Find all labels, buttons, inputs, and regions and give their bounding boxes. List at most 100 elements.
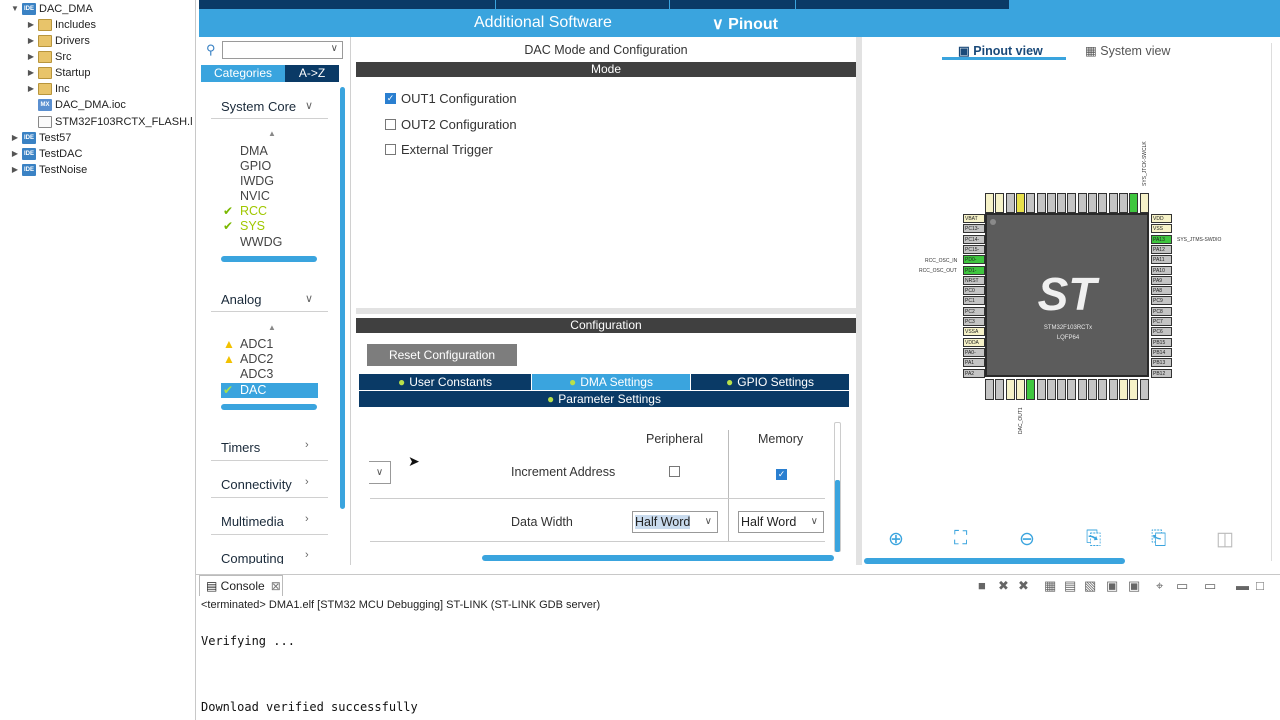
checkbox-unchecked[interactable] (385, 144, 396, 155)
pin-top-6[interactable] (1046, 193, 1056, 213)
pin-right-14[interactable]: PB13 (1151, 358, 1172, 368)
category-item-sys[interactable]: SYS (240, 219, 265, 233)
group-computing[interactable]: Computing (221, 551, 284, 564)
pin-right-9[interactable]: PC8 (1151, 306, 1172, 316)
category-item-dma[interactable]: DMA (240, 144, 268, 158)
group-connectivity[interactable]: Connectivity (221, 477, 292, 492)
additional-software-menu[interactable]: Additional Software (474, 14, 612, 32)
pin-left-14[interactable]: PA1 (963, 358, 985, 368)
group-timers[interactable]: Timers (221, 440, 260, 455)
pin-bottom-12[interactable] (1108, 379, 1118, 400)
tree-item-testdac[interactable]: ▶ IDE TestDAC (10, 146, 82, 162)
tab-pinout-view[interactable]: ▣ Pinout view (958, 43, 1043, 58)
rotate-left-icon[interactable]: ⎗ (1151, 528, 1166, 550)
pin-bottom-14[interactable] (1129, 379, 1139, 400)
pin-left-6[interactable]: NRST (963, 275, 985, 285)
expand-twisty-icon[interactable]: ▶ (10, 146, 20, 162)
tree-item-drivers[interactable]: ▶ Drivers (26, 33, 90, 49)
checkbox-unchecked[interactable] (385, 119, 396, 130)
pin-right-12[interactable]: PB15 (1151, 337, 1172, 347)
category-item-dac[interactable]: DAC (240, 383, 266, 397)
pin-left-2[interactable]: PC14- (963, 234, 985, 244)
pin-bottom-4[interactable] (1026, 379, 1036, 400)
group-multimedia[interactable]: Multimedia (221, 514, 284, 529)
pin-bottom-1[interactable] (995, 379, 1005, 400)
tree-item-src[interactable]: ▶ Src (26, 49, 72, 65)
pin-right-13[interactable]: PB14 (1151, 347, 1172, 357)
tab-console[interactable]: ▤ Console ⊠ (199, 575, 283, 596)
category-item-iwdg[interactable]: IWDG (240, 174, 274, 188)
terminate-icon[interactable]: ■ (978, 578, 986, 593)
clear-console-icon[interactable]: ▦ (1044, 578, 1056, 594)
chevron-down-icon[interactable]: ∨ (331, 43, 338, 54)
scroll-lock-icon[interactable]: ▤ (1064, 578, 1076, 594)
pin-top-11[interactable] (1098, 193, 1108, 213)
pin-right-1[interactable]: VSS (1151, 224, 1172, 234)
pin-right-7[interactable]: PA8 (1151, 286, 1172, 296)
pin-top-14[interactable] (1129, 193, 1139, 213)
minimize-icon[interactable]: ▬ (1236, 578, 1249, 593)
tab-user-constants[interactable]: ● User Constants (359, 374, 531, 390)
pin-top-7[interactable] (1057, 193, 1067, 213)
pin-bottom-5[interactable] (1036, 379, 1046, 400)
zoom-in-icon[interactable]: ⊕ (888, 528, 904, 551)
increment-peripheral-checkbox[interactable] (669, 466, 680, 480)
pin-top-4[interactable] (1026, 193, 1036, 213)
flip-icon[interactable]: ◫ (1216, 528, 1234, 551)
remove-all-icon[interactable]: ✖ (1018, 578, 1029, 594)
expand-twisty-icon[interactable]: ▶ (10, 130, 20, 146)
pin-top-5[interactable] (1036, 193, 1046, 213)
pin-top-13[interactable] (1118, 193, 1128, 213)
pin-left-5[interactable]: PD1- (963, 265, 985, 275)
pin-top-0[interactable] (985, 193, 994, 213)
category-item-nvic[interactable]: NVIC (240, 189, 270, 203)
scroll-up-icon[interactable]: ▲ (268, 323, 276, 332)
pin-top-12[interactable] (1108, 193, 1118, 213)
pin-left-4[interactable]: PD0- (963, 255, 985, 265)
category-item-adc1[interactable]: ADC1 (240, 337, 273, 351)
tab-parameter-settings[interactable]: ● Parameter Settings (359, 391, 849, 407)
show-on-error-icon[interactable]: ▣ (1128, 578, 1140, 594)
pin-left-9[interactable]: PC2 (963, 306, 985, 316)
zoom-out-icon[interactable]: ⊖ (1019, 528, 1035, 551)
analog-scrollbar[interactable] (221, 404, 317, 410)
pin-top-8[interactable] (1067, 193, 1077, 213)
tree-item-test57[interactable]: ▶ IDE Test57 (10, 130, 71, 146)
expand-twisty-icon[interactable]: ▶ (26, 65, 36, 81)
pin-bottom-11[interactable] (1098, 379, 1108, 400)
chevron-down-icon[interactable]: ∨ (305, 292, 313, 305)
tree-item-dac-dma[interactable]: ▼ IDE DAC_DMA (10, 1, 93, 17)
pin-right-10[interactable]: PC7 (1151, 317, 1172, 326)
pin-left-7[interactable]: PC0 (963, 286, 985, 296)
pin-left-10[interactable]: PC3 (963, 317, 985, 326)
pin-bottom-2[interactable] (1005, 379, 1015, 400)
chevron-down-icon[interactable]: ∨ (305, 99, 313, 112)
pin-left-15[interactable]: PA2 (963, 368, 985, 378)
pinout-vertical-scrollbar[interactable] (1271, 43, 1277, 561)
rotate-right-icon[interactable]: ⎘ (1086, 528, 1101, 550)
chevron-right-icon[interactable]: › (305, 476, 309, 488)
tab-categories[interactable]: Categories (201, 65, 285, 82)
pin-console-icon[interactable]: ⌖ (1156, 578, 1163, 594)
pin-left-1[interactable]: PC13- (963, 224, 985, 234)
memory-data-width-select[interactable]: Half Word ∨ (738, 511, 824, 533)
pin-bottom-9[interactable] (1077, 379, 1087, 400)
pin-bottom-8[interactable] (1067, 379, 1077, 400)
tab-dma-settings[interactable]: ● DMA Settings (532, 374, 690, 390)
pin-left-11[interactable]: VSSA (963, 327, 985, 337)
expand-twisty-icon[interactable]: ▶ (26, 49, 36, 65)
system-core-scrollbar[interactable] (221, 256, 317, 262)
out2-configuration-checkbox[interactable]: OUT2 Configuration (385, 117, 517, 132)
chevron-right-icon[interactable]: › (305, 513, 309, 525)
fit-screen-icon[interactable]: ⛶ (954, 528, 967, 550)
pin-right-11[interactable]: PC6 (1151, 327, 1172, 337)
tree-item-ioc-file[interactable]: MX DAC_DMA.ioc (26, 97, 126, 113)
tab-system-view[interactable]: ▦ System view (1085, 43, 1170, 58)
search-input[interactable]: ∨ (222, 41, 343, 59)
pin-top-15[interactable] (1139, 193, 1149, 213)
peripheral-data-width-select[interactable]: Half Word ∨ (632, 511, 718, 533)
categories-scrollbar[interactable] (340, 87, 345, 509)
pin-right-5[interactable]: PA10 (1151, 265, 1172, 275)
pin-right-0[interactable]: VDD (1151, 214, 1172, 223)
tree-item-linker-script[interactable]: STM32F103RCTX_FLASH.l (26, 114, 193, 130)
